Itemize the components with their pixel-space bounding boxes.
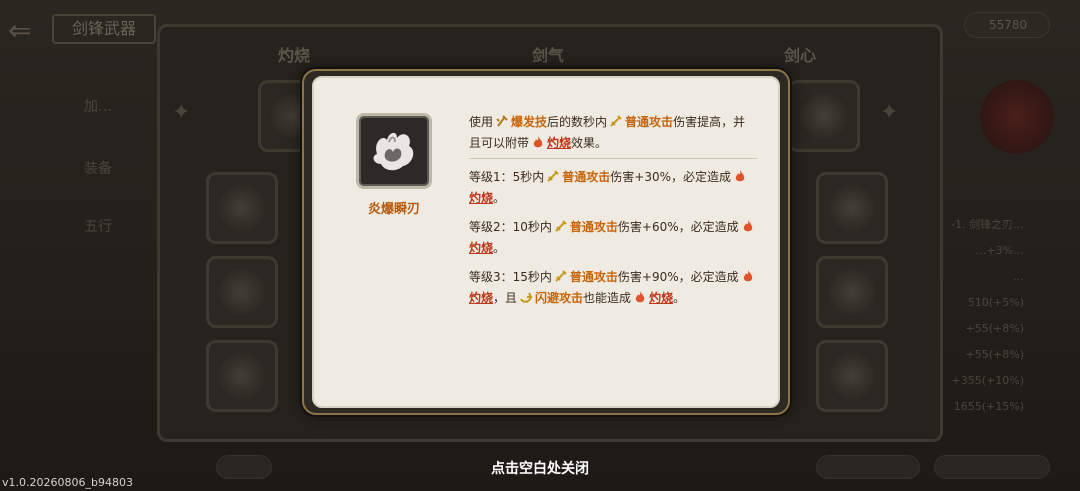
- sparkle-icon: ✦: [172, 100, 191, 125]
- keyword-burn[interactable]: 灼烧: [547, 136, 571, 150]
- skill-slot[interactable]: [816, 340, 888, 412]
- level-prefix: 等级3：15秒内: [469, 270, 552, 284]
- skill-name: 炎爆瞬刃: [367, 202, 420, 217]
- level-text: 。: [493, 191, 506, 205]
- level-text: 。: [493, 241, 506, 255]
- level-1-text: 等级1：5秒内 普通攻击伤害+30%，必定造成灼烧。: [469, 167, 757, 209]
- version-label: v1.0.20260806_b94803: [2, 476, 133, 489]
- tab-burn[interactable]: 灼烧: [278, 42, 310, 66]
- keyword-normal-attack: 普通攻击: [562, 170, 611, 184]
- keyword-dodge-attack: 闪避攻击: [535, 291, 584, 305]
- desc-text: 后的数秒内: [547, 115, 608, 129]
- stats-list: -1. 剑锋之刃… …+3%… … 510(+5%) +55(+8%) +55(…: [951, 212, 1024, 420]
- keyword-normal-attack: 普通攻击: [625, 115, 674, 129]
- burn-icon: [743, 270, 752, 282]
- skill-slot[interactable]: [206, 256, 278, 328]
- side-label: 五行: [84, 219, 112, 235]
- stat-line: +55(+8%): [965, 322, 1024, 335]
- skill-slot[interactable]: [788, 80, 860, 152]
- skill-slot[interactable]: [816, 172, 888, 244]
- stat-line: -1. 剑锋之刃…: [951, 218, 1024, 231]
- skill-description: 使用 爆发技后的数秒内 普通攻击伤害提高，并且可以附带 灼烧效果。 等级1：5秒内 普通…: [469, 112, 757, 317]
- burn-icon: [635, 291, 645, 303]
- normal-attack-icon: [610, 115, 622, 127]
- stat-line: 510(+5%): [967, 296, 1024, 309]
- flame-burst-icon: [356, 113, 432, 189]
- burst-skill-icon: [496, 115, 508, 127]
- burn-icon: [743, 220, 752, 232]
- normal-attack-icon: [547, 170, 559, 182]
- description-summary: 使用 爆发技后的数秒内 普通攻击伤害提高，并且可以附带 灼烧效果。: [469, 112, 757, 154]
- level-3-text: 等级3：15秒内 普通攻击伤害+90%，必定造成灼烧，且 闪避攻击也能造成 灼烧。: [469, 267, 757, 309]
- keyword-normal-attack: 普通攻击: [569, 220, 618, 234]
- currency-counter: 55780: [964, 12, 1050, 38]
- stat-line: +355(+10%): [951, 374, 1024, 387]
- close-hint[interactable]: 点击空白处关闭: [0, 458, 1080, 478]
- level-prefix: 等级2：10秒内: [469, 220, 552, 234]
- keyword-burn[interactable]: 灼烧: [649, 291, 673, 305]
- skill-slot[interactable]: [206, 340, 278, 412]
- level-text: 伤害+30%，必定造成: [610, 170, 732, 184]
- keyword-normal-attack: 普通攻击: [569, 270, 618, 284]
- side-label: 加…: [84, 99, 112, 115]
- level-text: 。: [673, 291, 686, 305]
- stat-line: …+3%…: [975, 244, 1024, 257]
- keyword-burn[interactable]: 灼烧: [469, 241, 493, 255]
- normal-attack-icon: [555, 220, 567, 232]
- desc-text: 使用: [469, 115, 494, 129]
- stat-line: 1655(+15%): [953, 400, 1024, 413]
- divider: [469, 158, 757, 159]
- level-text: ，且: [493, 291, 518, 305]
- keyword-burn[interactable]: 灼烧: [469, 291, 493, 305]
- skill-detail-modal: 炎爆瞬刃 使用 爆发技后的数秒内 普通攻击伤害提高，并且可以附带 灼烧效果。 等级1：…: [302, 69, 790, 415]
- back-arrow-icon[interactable]: ⇐: [8, 14, 52, 47]
- level-2-text: 等级2：10秒内 普通攻击伤害+60%，必定造成灼烧。: [469, 217, 757, 259]
- keyword-burn[interactable]: 灼烧: [469, 191, 493, 205]
- skill-slot[interactable]: [816, 256, 888, 328]
- level-text: 伤害+90%，必定造成: [617, 270, 739, 284]
- tab-sword-heart[interactable]: 剑心: [784, 42, 816, 66]
- tab-sword-qi[interactable]: 剑气: [532, 42, 564, 66]
- stat-line: …: [1013, 270, 1024, 283]
- level-prefix: 等级1：5秒内: [469, 170, 545, 184]
- dodge-attack-icon: [520, 292, 533, 303]
- stat-line: +55(+8%): [965, 348, 1024, 361]
- skill-slot[interactable]: [206, 172, 278, 244]
- keyword-burst-skill: 爆发技: [511, 115, 548, 129]
- level-text: 也能造成: [583, 291, 632, 305]
- desc-text: 效果。: [571, 136, 608, 150]
- burn-icon: [735, 170, 745, 182]
- burn-icon: [533, 136, 543, 148]
- normal-attack-icon: [555, 270, 567, 282]
- side-label: 装备: [84, 161, 112, 177]
- sparkle-icon: ✦: [880, 100, 899, 125]
- screen-title: 剑锋武器: [52, 14, 156, 44]
- weapon-emblem-icon: [980, 80, 1054, 154]
- skill-detail-card: 炎爆瞬刃 使用 爆发技后的数秒内 普通攻击伤害提高，并且可以附带 灼烧效果。 等级1：…: [312, 76, 780, 408]
- level-text: 伤害+60%，必定造成: [617, 220, 739, 234]
